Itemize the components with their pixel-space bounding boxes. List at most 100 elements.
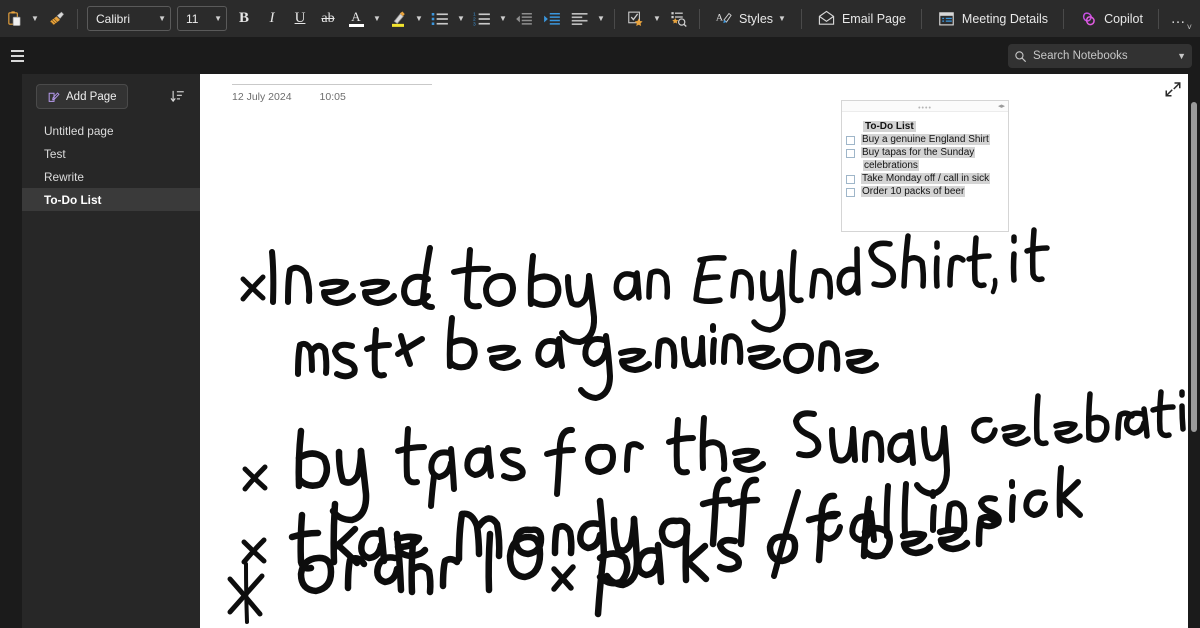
underline-label: U — [295, 10, 306, 27]
sidebar-item-test[interactable]: Test — [22, 142, 200, 165]
copilot-button[interactable]: Copilot — [1071, 5, 1151, 33]
increase-indent-button[interactable] — [539, 5, 565, 33]
font-color-caret[interactable]: ▼ — [370, 5, 384, 33]
todo-label: Order 10 packs of beer — [861, 186, 965, 198]
sidebar-header: Add Page — [22, 74, 200, 109]
navigation-menu-icon[interactable] — [4, 43, 30, 69]
paste-button[interactable] — [1, 5, 27, 33]
tags-button[interactable] — [622, 5, 649, 33]
add-page-button[interactable]: Add Page — [36, 84, 128, 109]
font-size-value: 11 — [186, 12, 212, 26]
note-resize-icon[interactable]: ◂▸ — [998, 102, 1005, 110]
alignment-caret[interactable]: ▼ — [594, 5, 608, 33]
format-painter-button[interactable] — [43, 5, 70, 33]
more-options-label: … — [1170, 10, 1187, 27]
styles-label: Styles — [739, 12, 773, 26]
todo-checkbox[interactable] — [846, 136, 855, 145]
todo-label-text: Buy tapas for the Sunday — [861, 147, 975, 158]
ribbon-toolbar: ▼ Calibri ▼ 11 ▼ B I U — [0, 0, 1200, 38]
todo-label-text: Take Monday off / call in sick — [861, 173, 990, 184]
bullets-caret[interactable]: ▼ — [454, 5, 468, 33]
sort-icon — [170, 89, 185, 104]
todo-label: Buy a genuine England Shirt — [861, 134, 990, 146]
ribbon-divider-1 — [77, 9, 78, 29]
todo-item[interactable]: Take Monday off / call in sick — [846, 173, 1003, 185]
sort-pages-button[interactable] — [164, 85, 190, 109]
font-color-button[interactable]: A — [343, 5, 369, 33]
expand-page-icon[interactable] — [1164, 80, 1182, 98]
note-panel-body[interactable]: To-Do List Buy a genuine England Shirt B… — [842, 112, 1008, 198]
alignment-button[interactable] — [567, 5, 593, 33]
font-size-combobox[interactable]: 11 ▼ — [177, 6, 227, 31]
ribbon-group-tags: ▼ — [621, 0, 693, 38]
ribbon-group-font: Calibri ▼ 11 ▼ B I U ab A ▼ — [84, 0, 426, 38]
bold-button[interactable]: B — [231, 5, 257, 33]
find-tags-button[interactable] — [665, 5, 692, 33]
secondary-toolbar: Search Notebooks ▼ — [0, 38, 1200, 74]
sidebar-item-rewrite[interactable]: Rewrite — [22, 165, 200, 188]
bulleted-list-icon — [431, 11, 449, 27]
tag-star-icon — [626, 10, 645, 27]
clipboard-icon — [6, 10, 23, 27]
page-list: Untitled page Test Rewrite To-Do List — [22, 119, 200, 211]
ribbon-divider-7 — [1158, 9, 1159, 29]
todo-item[interactable]: Buy a genuine England Shirt — [846, 134, 1003, 146]
scrollbar-thumb[interactable] — [1191, 102, 1197, 432]
tags-caret[interactable]: ▼ — [650, 5, 664, 33]
strikethrough-label: ab — [321, 11, 334, 27]
strikethrough-button[interactable]: ab — [315, 5, 341, 33]
todo-label-text: celebrations — [863, 160, 919, 171]
todo-label: celebrations — [863, 160, 919, 172]
numbering-caret[interactable]: ▼ — [496, 5, 510, 33]
styles-button[interactable]: A Styles ▼ — [707, 5, 794, 33]
vertical-scrollbar[interactable]: ▲ — [1188, 74, 1200, 628]
bullets-button[interactable] — [427, 5, 453, 33]
ribbon-divider-3 — [699, 9, 700, 29]
todo-checkbox[interactable] — [846, 175, 855, 184]
numbering-button[interactable]: 1 2 3 — [469, 5, 495, 33]
add-page-label: Add Page — [66, 91, 117, 103]
sidebar-item-to-do-list[interactable]: To-Do List — [22, 188, 200, 211]
email-page-button[interactable]: Email Page — [809, 5, 914, 33]
paste-dropdown-caret[interactable]: ▼ — [28, 5, 42, 33]
page-item-label: Untitled page — [44, 124, 114, 138]
todo-item[interactable]: Order 10 packs of beer — [846, 186, 1003, 198]
note-panel-header[interactable]: •••• ◂▸ — [842, 101, 1008, 112]
highlight-button[interactable] — [385, 5, 411, 33]
todo-item-continuation[interactable]: celebrations — [846, 160, 1003, 172]
add-page-icon — [47, 90, 60, 103]
note-drag-handle-icon[interactable]: •••• — [918, 105, 932, 112]
decrease-indent-icon — [515, 11, 533, 27]
highlight-caret[interactable]: ▼ — [412, 5, 426, 33]
svg-text:3: 3 — [473, 21, 476, 27]
font-name-combobox[interactable]: Calibri ▼ — [87, 6, 171, 31]
page-sidebar: Add Page Untitled page Test Rewrite To-D… — [22, 74, 200, 628]
find-tags-icon — [669, 10, 688, 27]
decrease-indent-button[interactable] — [511, 5, 537, 33]
todo-label-text: Order 10 packs of beer — [861, 186, 965, 197]
todo-checkbox[interactable] — [846, 149, 855, 158]
todo-checkbox[interactable] — [846, 188, 855, 197]
paintbrush-icon — [47, 10, 66, 27]
page-item-label: Rewrite — [44, 170, 84, 184]
align-left-icon — [571, 11, 589, 27]
meeting-details-button[interactable]: Meeting Details — [929, 5, 1056, 33]
ribbon-divider-4 — [801, 9, 802, 29]
search-input[interactable]: Search Notebooks ▼ — [1008, 44, 1192, 68]
todo-note-panel[interactable]: •••• ◂▸ To-Do List Buy a genuine England… — [841, 100, 1009, 232]
font-color-letter: A — [351, 11, 360, 23]
underline-button[interactable]: U — [287, 5, 313, 33]
ribbon-collapse-caret[interactable]: ˅ — [1187, 22, 1192, 32]
page-title-area[interactable]: 12 July 2024 10:05 — [232, 84, 432, 103]
font-color-swatch — [349, 24, 364, 27]
italic-button[interactable]: I — [259, 5, 285, 33]
search-dropdown-caret[interactable]: ▼ — [1177, 51, 1186, 61]
todo-item[interactable]: Buy tapas for the Sunday — [846, 147, 1003, 159]
sidebar-item-untitled-page[interactable]: Untitled page — [22, 119, 200, 142]
increase-indent-icon — [543, 11, 561, 27]
copilot-icon — [1079, 10, 1098, 28]
title-underline — [232, 84, 432, 85]
page-canvas[interactable]: 12 July 2024 10:05 — [200, 74, 1188, 628]
todo-label-text: Buy a genuine England Shirt — [861, 134, 990, 145]
font-name-caret: ▼ — [158, 14, 166, 23]
